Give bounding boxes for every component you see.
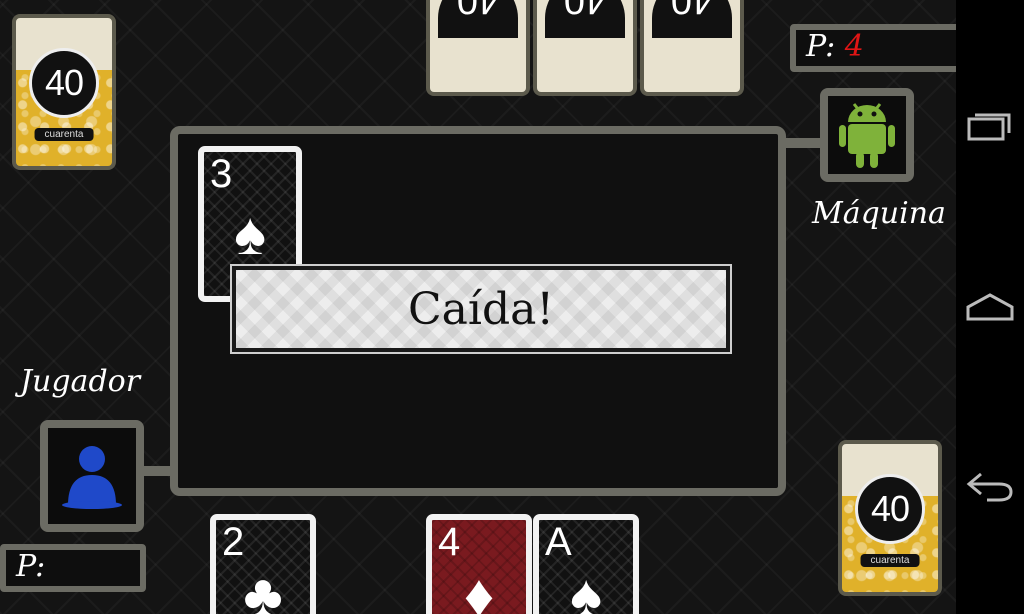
- table-connector-right: [780, 138, 824, 148]
- status-banner: Caída!: [232, 266, 730, 352]
- person-icon: [62, 446, 122, 509]
- player-avatar: [40, 420, 144, 532]
- android-icon: [839, 103, 895, 168]
- opponent-card: 40: [426, 0, 530, 96]
- opponent-score-box: P: 4: [790, 24, 966, 72]
- player-score-box: P:: [0, 544, 146, 592]
- status-message: Caída!: [407, 283, 555, 335]
- deck-sublabel: cuarenta: [860, 553, 920, 567]
- opponent-card: 40: [640, 0, 744, 96]
- card-rank: 3: [210, 152, 233, 196]
- player-name: Jugador: [20, 364, 141, 399]
- opponent-name: Máquina: [812, 196, 946, 231]
- spade-icon: ♠: [234, 200, 266, 267]
- deck-sublabel: cuarenta: [34, 127, 94, 141]
- player-hand-card[interactable]: A ♠: [533, 514, 639, 614]
- diamond-icon: ♦: [463, 562, 495, 614]
- deck-pile-bottom[interactable]: 40 cuarenta: [838, 440, 942, 596]
- player-score-prefix: P:: [16, 549, 46, 584]
- club-icon: ♣: [243, 562, 283, 614]
- system-nav-bar: [956, 0, 1024, 614]
- home-button[interactable]: [956, 276, 1024, 336]
- opponent-card: 40: [533, 0, 637, 96]
- player-hand-card[interactable]: 2 ♣: [210, 514, 316, 614]
- card-rank: 2: [222, 520, 245, 564]
- opponent-score-prefix: P:: [806, 29, 836, 64]
- card-rank: 4: [438, 520, 461, 564]
- opponent-score-value: 4: [844, 29, 864, 64]
- home-icon: [966, 293, 1014, 321]
- spade-icon: ♠: [570, 562, 602, 614]
- deck-label: 40: [29, 48, 99, 119]
- player-hand-card[interactable]: 4 ♦: [426, 514, 532, 614]
- card-rank: A: [545, 520, 572, 564]
- deck-pile-top[interactable]: 40 cuarenta: [12, 14, 116, 170]
- game-screen: 40 cuarenta 40 40 40 P: 4 Máquina 3 ♠ Ca…: [0, 0, 1024, 614]
- opponent-card-label: 40: [652, 0, 732, 38]
- recent-apps-icon: [967, 113, 1011, 141]
- back-button[interactable]: [956, 456, 1024, 516]
- recent-apps-button[interactable]: [956, 96, 1024, 156]
- opponent-card-label: 40: [438, 0, 518, 38]
- opponent-card-label: 40: [545, 0, 625, 38]
- deck-label: 40: [855, 474, 925, 545]
- back-icon: [966, 472, 1013, 502]
- opponent-avatar: [820, 88, 914, 182]
